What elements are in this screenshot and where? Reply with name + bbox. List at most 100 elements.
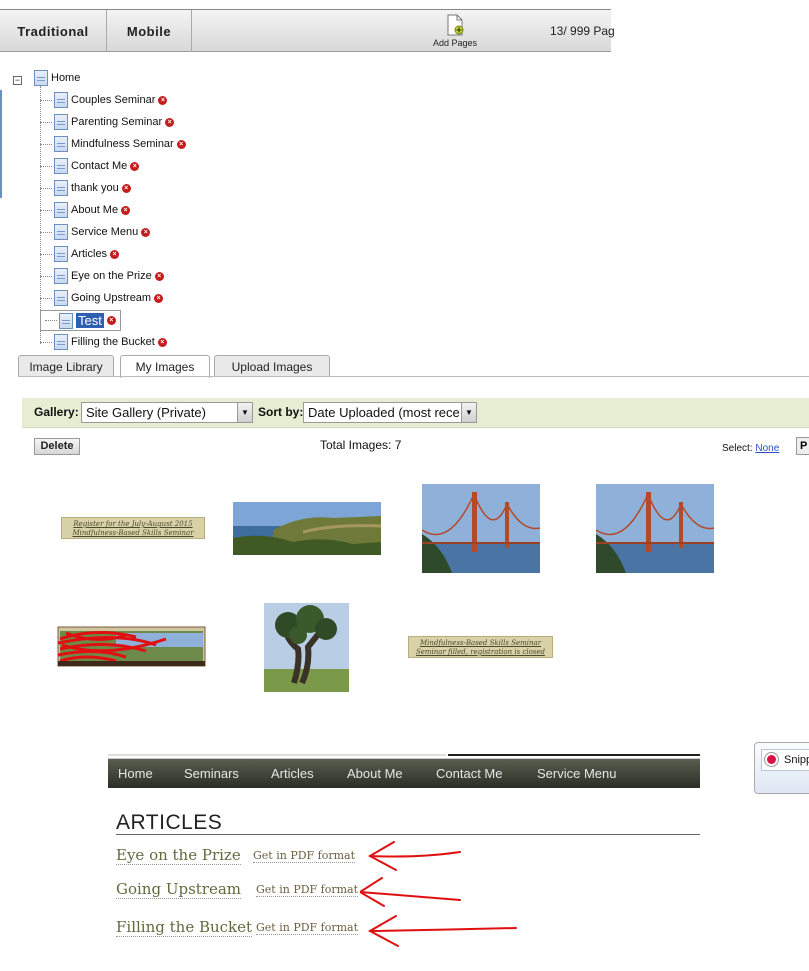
nav-home[interactable]: Home bbox=[118, 766, 153, 781]
tree-connector bbox=[40, 297, 52, 299]
delete-page-icon[interactable]: × bbox=[121, 183, 131, 193]
page-icon bbox=[54, 136, 68, 152]
traditional-tab[interactable]: Traditional bbox=[0, 10, 107, 52]
delete-page-icon[interactable]: × bbox=[141, 227, 151, 237]
tree-node-label: Eye on the Prize bbox=[71, 270, 152, 282]
chevron-down-icon: ▼ bbox=[237, 403, 252, 422]
delete-page-icon[interactable]: × bbox=[165, 117, 175, 127]
tree-node[interactable]: Filling the Bucket × bbox=[40, 332, 167, 352]
tree-node-label: Test bbox=[76, 313, 104, 328]
delete-button[interactable]: Delete bbox=[34, 438, 80, 455]
tree-node[interactable]: Eye on the Prize × bbox=[40, 266, 164, 286]
delete-page-icon[interactable]: × bbox=[110, 249, 120, 259]
sort-select[interactable]: Date Uploaded (most rece ▼ bbox=[303, 402, 477, 423]
tree-node-label: Filling the Bucket bbox=[71, 336, 155, 348]
page-icon bbox=[34, 70, 48, 86]
page-title: ARTICLES bbox=[116, 811, 223, 834]
tree-connector bbox=[40, 187, 52, 189]
site-nav: Home Seminars Articles About Me Contact … bbox=[108, 758, 700, 788]
pdf-link[interactable]: Get in PDF format bbox=[256, 921, 359, 935]
select-control: Select: None bbox=[722, 443, 779, 454]
tree-connector bbox=[40, 231, 52, 233]
banner-text: Mindfulness-Based Skills Seminar bbox=[419, 639, 542, 647]
tree-node[interactable]: Couples Seminar × bbox=[40, 90, 168, 110]
delete-page-icon[interactable]: × bbox=[154, 271, 164, 281]
thumbnail-banner-register[interactable]: Register for the July-August 2015 Mindfu… bbox=[61, 517, 205, 539]
tree-node-label: Home bbox=[51, 72, 81, 84]
snipping-tool-widget[interactable]: Snipp bbox=[754, 742, 809, 794]
tree-node[interactable]: Service Menu × bbox=[40, 222, 151, 242]
golden-gate-image bbox=[596, 484, 714, 573]
tree-node[interactable]: thank you × bbox=[40, 178, 131, 198]
add-pages-button[interactable]: Add Pages bbox=[425, 14, 485, 48]
thumbnail-scribbled-banner[interactable] bbox=[56, 625, 207, 668]
thumbnail-tree[interactable] bbox=[264, 603, 349, 692]
thumbnail-banner-closed[interactable]: Mindfulness-Based Skills Seminar Seminar… bbox=[408, 636, 553, 658]
golden-gate-image bbox=[422, 484, 540, 573]
p-button[interactable]: P bbox=[796, 437, 809, 455]
tree-node[interactable]: Articles × bbox=[40, 244, 120, 264]
thumbnail-golden-gate-2[interactable] bbox=[596, 484, 714, 573]
article-link-filling-the-bucket[interactable]: Filling the Bucket bbox=[116, 918, 253, 937]
tree-node[interactable]: Contact Me × bbox=[40, 156, 140, 176]
page-icon bbox=[54, 92, 68, 108]
delete-page-icon[interactable]: × bbox=[130, 161, 140, 171]
delete-page-icon[interactable]: × bbox=[106, 316, 116, 325]
gallery-select[interactable]: Site Gallery (Private) ▼ bbox=[81, 402, 253, 423]
tree-node-label: Going Upstream bbox=[71, 292, 152, 304]
tree-node[interactable]: About Me × bbox=[40, 200, 131, 220]
select-none-link[interactable]: None bbox=[755, 443, 779, 454]
title-divider bbox=[116, 834, 700, 835]
tree-node[interactable]: Parenting Seminar × bbox=[40, 112, 175, 132]
tree-connector bbox=[40, 253, 52, 255]
nav-about-me[interactable]: About Me bbox=[347, 766, 403, 781]
tree-connector bbox=[40, 275, 52, 277]
nav-seminars[interactable]: Seminars bbox=[184, 766, 239, 781]
nav-contact-me[interactable]: Contact Me bbox=[436, 766, 502, 781]
preview-top-line-dark bbox=[448, 754, 700, 756]
tree-node-label: thank you bbox=[71, 182, 119, 194]
tree-node[interactable]: Mindfulness Seminar × bbox=[40, 134, 186, 154]
delete-page-icon[interactable]: × bbox=[121, 205, 131, 215]
collapse-toggle[interactable]: − bbox=[13, 76, 22, 85]
delete-page-icon[interactable]: × bbox=[157, 337, 167, 347]
tree-connector bbox=[40, 209, 52, 211]
thumbnail-golden-gate-1[interactable] bbox=[422, 484, 540, 573]
left-panel-edge bbox=[0, 90, 2, 198]
tree-node[interactable]: Going Upstream × bbox=[40, 288, 164, 308]
mobile-tab[interactable]: Mobile bbox=[107, 10, 192, 52]
gallery-filter-bar: Gallery: Site Gallery (Private) ▼ Sort b… bbox=[22, 398, 809, 428]
tab-underline bbox=[18, 376, 809, 377]
tree-node[interactable]: Test × bbox=[40, 310, 121, 331]
tree-node-home[interactable]: Home bbox=[34, 68, 80, 88]
tree-node-label: Service Menu bbox=[71, 226, 139, 238]
tab-image-library[interactable]: Image Library bbox=[18, 355, 114, 377]
page-icon bbox=[54, 290, 68, 306]
total-images: Total Images: 7 bbox=[320, 438, 402, 452]
page-icon bbox=[54, 268, 68, 284]
nav-articles[interactable]: Articles bbox=[271, 766, 314, 781]
delete-page-icon[interactable]: × bbox=[176, 139, 186, 149]
red-arrow-icon bbox=[369, 927, 517, 932]
tab-my-images[interactable]: My Images bbox=[120, 355, 210, 378]
chevron-down-icon: ▼ bbox=[461, 403, 476, 422]
tree-connector bbox=[40, 165, 52, 167]
delete-page-icon[interactable]: × bbox=[158, 95, 168, 105]
thumbnail-coastline[interactable] bbox=[233, 502, 381, 555]
page-icon bbox=[59, 312, 73, 329]
tree-node-label: About Me bbox=[71, 204, 119, 216]
banner-text: Mindfulness-Based Skills Seminar bbox=[72, 529, 194, 537]
delete-page-icon[interactable]: × bbox=[154, 293, 164, 303]
tab-upload-images[interactable]: Upload Images bbox=[214, 355, 330, 377]
gallery-select-value: Site Gallery (Private) bbox=[86, 405, 206, 420]
tree-connector bbox=[40, 121, 52, 123]
pdf-link[interactable]: Get in PDF format bbox=[253, 849, 356, 863]
article-link-going-upstream[interactable]: Going Upstream bbox=[116, 880, 242, 899]
article-link-eye-on-the-prize[interactable]: Eye on the Prize bbox=[116, 846, 241, 865]
page-icon bbox=[54, 246, 68, 262]
tree-node-label: Parenting Seminar bbox=[71, 116, 163, 128]
tree-connector bbox=[45, 320, 57, 321]
page-icon bbox=[54, 334, 68, 350]
nav-service-menu[interactable]: Service Menu bbox=[537, 766, 616, 781]
pdf-link[interactable]: Get in PDF format bbox=[256, 883, 359, 897]
